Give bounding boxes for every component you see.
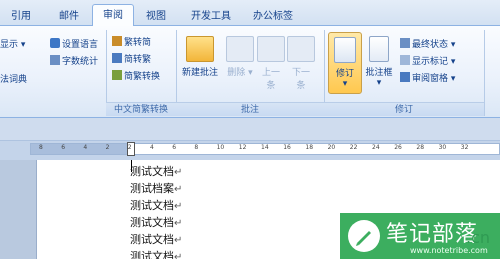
ruler-tick-label: 2: [105, 144, 110, 151]
simp-to-trad-button[interactable]: 简转繁: [112, 53, 151, 67]
watermark-suffix: .cn: [466, 228, 491, 247]
ruler-tick-label: 6: [61, 144, 66, 151]
ruler-tick-label: 22: [349, 144, 358, 151]
ruler-tick-label: 26: [394, 144, 402, 151]
tab-developer[interactable]: 开发工具: [182, 7, 240, 26]
ruler-tick-label: 8: [194, 144, 199, 151]
chinese-conversion-group-label: 中文简繁转换: [106, 102, 176, 116]
ruler-tick-label: 28: [416, 144, 425, 151]
document-line-text: 测试文档: [130, 199, 174, 212]
previous-comment-button[interactable]: 上一条: [256, 32, 286, 91]
word-count-button[interactable]: 字数统计: [50, 55, 98, 69]
ruler-tick-label: 2: [127, 144, 132, 151]
delete-comment-icon: [226, 36, 254, 62]
ruler-tick-label: 24: [372, 144, 380, 151]
tab-view[interactable]: 视图: [138, 7, 174, 26]
tracking-group-label: 修订: [324, 102, 484, 116]
ruler-tick-label: 12: [238, 144, 247, 151]
document-line[interactable]: 测试文档↵: [130, 198, 182, 214]
document-line-text: 测试文档: [130, 165, 174, 178]
balloons-icon: [369, 36, 389, 62]
ruler-margin-shade: [31, 144, 129, 154]
pencil-icon: [348, 220, 380, 252]
ribbon: 显示 ▾ 设置语言 字数统计 法词典 繁转简 简转繁 简繁转换 中文简繁转换 新…: [0, 26, 500, 118]
ruler-tick-label: 4: [83, 144, 88, 151]
reviewing-pane-button[interactable]: 审阅窗格 ▾: [400, 72, 455, 86]
separator: [484, 30, 485, 116]
trad-to-simp-icon: [112, 36, 122, 46]
tab-references[interactable]: 引用: [2, 7, 40, 26]
ruler-tick-label: 18: [305, 144, 314, 151]
ruler-tick-label: 16: [283, 144, 291, 151]
document-line[interactable]: 测试文档↵: [130, 164, 182, 180]
paragraph-mark: ↵: [174, 252, 183, 259]
delete-comment-button[interactable]: 删除 ▾: [222, 32, 258, 78]
watermark-url: www.notetribe.com: [410, 246, 488, 255]
tab-office-tab[interactable]: 办公标签: [244, 7, 302, 26]
paragraph-mark: ↵: [174, 167, 183, 178]
display-for-review-dropdown[interactable]: 最终状态 ▾: [400, 38, 455, 52]
set-language-button[interactable]: 设置语言: [50, 38, 98, 52]
watermark-title: 笔记部落: [386, 222, 479, 247]
ruler-tick-label: 6: [172, 144, 177, 151]
simp-trad-convert-button[interactable]: 简繁转换: [112, 70, 160, 84]
document-line[interactable]: 测试文档↵: [130, 215, 182, 231]
document-line[interactable]: 测试文档↵: [130, 232, 182, 248]
paragraph-mark: ↵: [174, 201, 183, 212]
review-display-icon: [400, 38, 410, 48]
ribbon-bottom-strip: [0, 118, 500, 140]
show-markup-button[interactable]: 显示标记 ▾: [400, 55, 455, 69]
document-line[interactable]: 测试文档↵: [130, 249, 182, 259]
document-line-text: 测试文档: [130, 250, 174, 259]
next-comment-icon: [287, 36, 315, 62]
document-line[interactable]: 测试档案↵: [130, 181, 182, 197]
paragraph-mark: ↵: [174, 235, 183, 246]
simp-to-trad-icon: [112, 53, 122, 63]
ruler-tick-label: 30: [438, 144, 447, 151]
ruler-tick-label: 20: [327, 144, 336, 151]
show-button[interactable]: 显示 ▾: [0, 38, 25, 52]
next-comment-button[interactable]: 下一条: [286, 32, 316, 91]
new-comment-button[interactable]: 新建批注: [178, 32, 222, 78]
previous-comment-icon: [257, 36, 285, 62]
track-changes-icon: [334, 37, 356, 63]
comments-group-label: 批注: [176, 102, 324, 116]
language-icon: [50, 38, 60, 48]
trad-to-simp-button[interactable]: 繁转简: [112, 36, 151, 50]
convert-icon: [112, 70, 122, 80]
ribbon-tab-bar: 引用 邮件 审阅 视图 开发工具 办公标签: [0, 0, 500, 27]
track-changes-button[interactable]: 修订 ▾: [328, 32, 362, 94]
ruler-tick-label: 8: [39, 144, 43, 151]
reviewing-pane-icon: [400, 72, 410, 82]
balloons-button[interactable]: 批注框 ▾: [362, 32, 396, 88]
word-count-icon: [50, 55, 60, 65]
new-comment-icon: [186, 36, 214, 62]
document-line-text: 测试文档: [130, 233, 174, 246]
ruler-tick-label: 4: [150, 144, 154, 151]
tab-review[interactable]: 审阅: [92, 4, 134, 27]
ruler-tick-label: 32: [460, 144, 469, 151]
document-line-text: 测试档案: [130, 182, 174, 195]
dictionary-button[interactable]: 法词典: [0, 73, 27, 87]
show-markup-icon: [400, 55, 410, 65]
document-line-text: 测试文档: [130, 216, 174, 229]
horizontal-ruler[interactable]: 8 6 4 2 2 4 6 8 10 12 14 16 18 20 22 24 26 28 30 32: [30, 142, 500, 156]
paragraph-mark: ↵: [174, 184, 183, 195]
ruler-tick-label: 14: [261, 144, 269, 151]
paragraph-mark: ↵: [174, 218, 183, 229]
ruler-tick-label: 10: [216, 144, 225, 151]
tab-mailings[interactable]: 邮件: [50, 7, 88, 26]
